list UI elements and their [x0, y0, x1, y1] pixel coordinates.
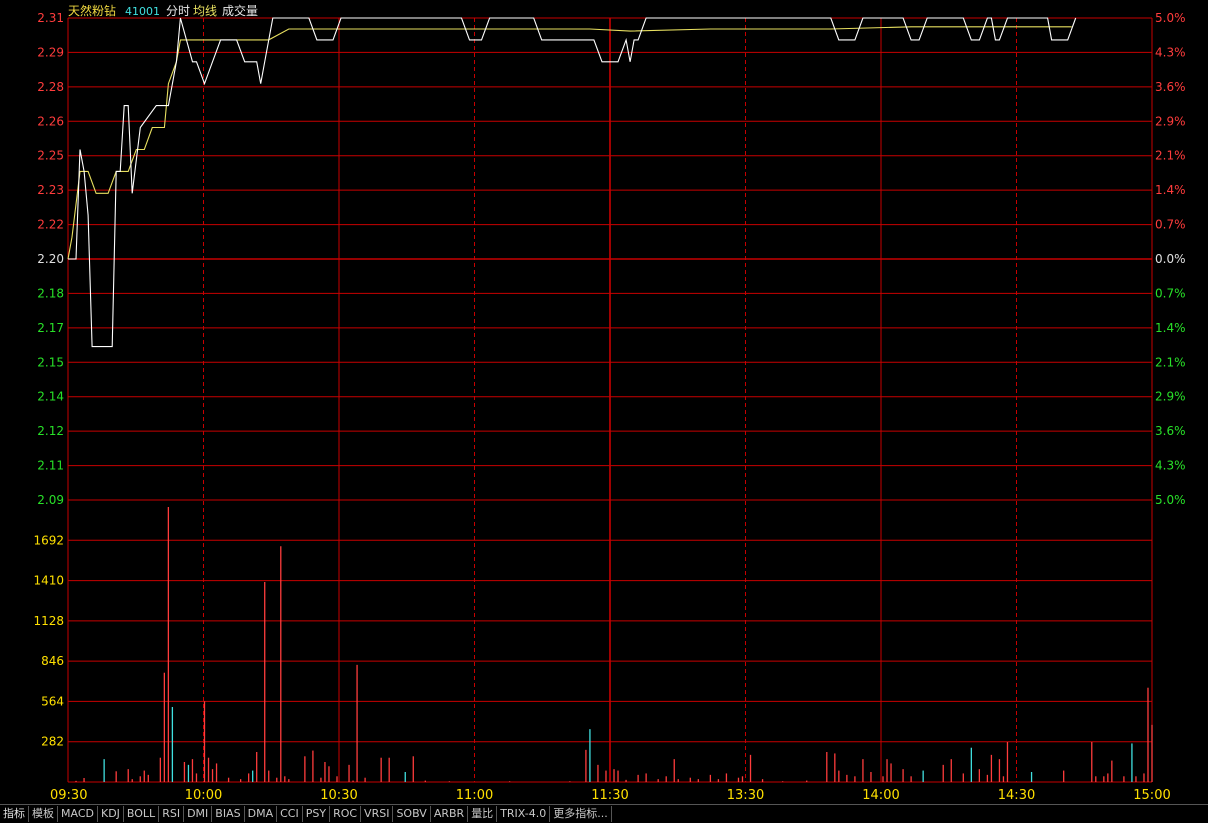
price-tick-label: 2.31: [37, 11, 64, 25]
price-tick-label: 2.28: [37, 80, 64, 94]
instrument-name: 天然粉钻: [68, 3, 116, 18]
pct-tick-label: 3.6%: [1155, 80, 1186, 94]
time-tick-label: 14:30: [998, 788, 1035, 803]
pct-tick-label: 5.0%: [1155, 11, 1186, 25]
volume-tick-label: 564: [41, 694, 64, 708]
indicator-tab[interactable]: SOBV: [393, 806, 431, 822]
volume-tick-label: 1128: [33, 614, 64, 628]
price-line: [68, 17, 1077, 348]
price-tick-label: 2.26: [37, 114, 64, 128]
time-tick-label: 13:30: [727, 788, 764, 803]
indicator-tab[interactable]: ROC: [330, 806, 362, 822]
volume-tick-label: 1410: [33, 574, 64, 588]
price-tick-label: 2.23: [37, 183, 64, 197]
pct-tick-label: 1.4%: [1155, 183, 1186, 197]
price-tick-label: 2.12: [37, 424, 64, 438]
price-tick-label: 2.09: [37, 493, 64, 507]
price-tick-label: 2.22: [37, 218, 64, 232]
pct-tick-label: 0.7%: [1155, 218, 1186, 232]
time-tick-label: 11:30: [591, 788, 628, 803]
pct-tick-label: 4.3%: [1155, 45, 1186, 59]
intraday-chart[interactable]: 2.31 5.0% 2.29 4.3% 2.28 3.6% 2.26 2.9% 2.25 2.1%…: [0, 0, 1208, 804]
indicator-tab[interactable]: DMA: [245, 806, 278, 822]
volume-tick-label: 282: [41, 735, 64, 749]
volume-tag: 成交量: [222, 3, 258, 18]
price-lines: [67, 17, 1077, 348]
indicator-tab[interactable]: TRIX-4.0: [497, 806, 551, 822]
pct-tick-label: 4.3%: [1155, 459, 1186, 473]
price-tick-label: 2.29: [37, 45, 64, 59]
indicator-tab[interactable]: 更多指标...: [550, 806, 612, 822]
indicator-tab[interactable]: KDJ: [98, 806, 124, 822]
volume-tick-label: 1692: [33, 533, 64, 547]
minute-line-tag: 分时: [166, 4, 190, 18]
instrument-code: 41001: [125, 5, 160, 18]
indicator-tab-bar: 指标 模板 MACD KDJ BOLL RSI DMI BIAS DMA CCI PSY ROC VRS…: [0, 804, 1208, 823]
chart-header: 天然粉钻 41001 分时 均线 成交量: [68, 3, 258, 18]
price-tick-label: 2.14: [37, 390, 64, 404]
indicator-tab[interactable]: VRSI: [361, 806, 394, 822]
indicator-tab[interactable]: PSY: [303, 806, 331, 822]
indicator-tab[interactable]: DMI: [184, 806, 213, 822]
pct-tick-label: 0.7%: [1155, 286, 1186, 300]
price-tick-label: 2.25: [37, 149, 64, 163]
indicator-tab[interactable]: MACD: [58, 806, 98, 822]
chart-grid: [67, 17, 1153, 783]
pct-tick-label: 5.0%: [1155, 493, 1186, 507]
avg-line-tag: 均线: [193, 4, 217, 18]
time-tick-label: 14:00: [862, 788, 899, 803]
pct-tick-label: 2.9%: [1155, 390, 1186, 404]
price-tick-label: 2.11: [37, 459, 64, 473]
pct-tick-label: 3.6%: [1155, 424, 1186, 438]
pct-tick-label: 2.1%: [1155, 355, 1186, 369]
pct-tick-label: 0.0%: [1155, 252, 1186, 266]
indicator-tab[interactable]: 量比: [468, 806, 498, 822]
indicator-tab[interactable]: RSI: [159, 806, 185, 822]
volume-bars: [75, 507, 1153, 782]
indicator-tab[interactable]: BIAS: [212, 806, 245, 822]
pct-tick-label: 1.4%: [1155, 321, 1186, 335]
time-tick-label: 09:30: [50, 788, 87, 803]
indicator-tab[interactable]: BOLL: [124, 806, 160, 822]
time-tick-label: 11:00: [456, 788, 493, 803]
pct-tick-label: 2.1%: [1155, 149, 1186, 163]
indicator-tab[interactable]: 指标: [0, 806, 29, 822]
price-tick-label: 2.20: [37, 252, 64, 266]
time-tick-label: 10:30: [320, 788, 357, 803]
time-tick-label: 10:00: [185, 788, 222, 803]
indicator-tab[interactable]: 模板: [29, 806, 58, 822]
price-tick-label: 2.15: [37, 355, 64, 369]
price-tick-label: 2.18: [37, 286, 64, 300]
pct-tick-label: 2.9%: [1155, 114, 1186, 128]
time-tick-label: 15:00: [1133, 788, 1170, 803]
indicator-tab[interactable]: ARBR: [431, 806, 469, 822]
indicator-tab[interactable]: CCI: [277, 806, 303, 822]
price-tick-label: 2.17: [37, 321, 64, 335]
volume-tick-label: 846: [41, 654, 64, 668]
